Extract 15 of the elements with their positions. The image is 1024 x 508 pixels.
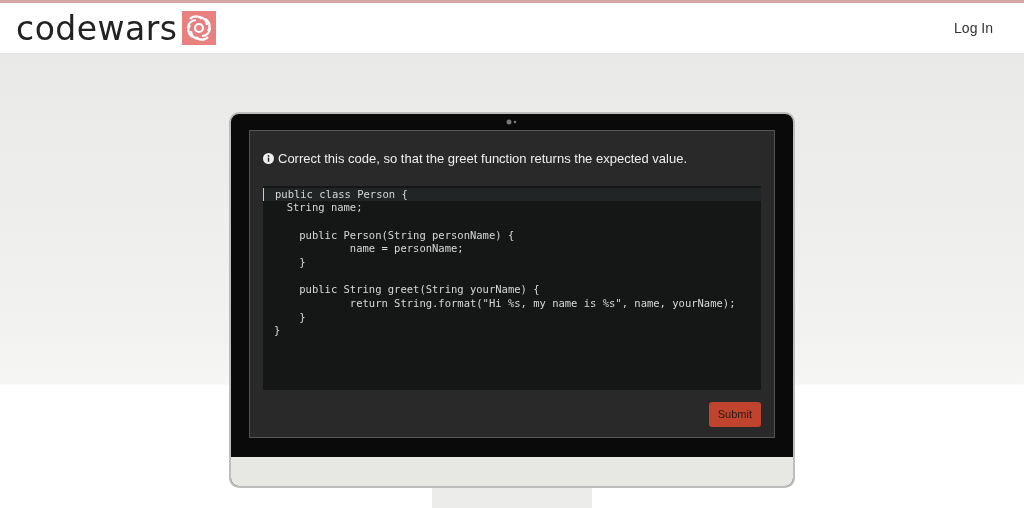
webcam-icon [506,119,518,125]
logo-wordmark: codewars [16,11,178,45]
code-line: String name; [285,201,364,215]
code-line: return String.format("Hi %s, my name is %s", name, yourName); [348,297,737,311]
code-line: public String greet(String yourName) { [298,283,541,297]
logo-swirl-icon [181,11,216,45]
code-line: } [273,324,282,339]
instruction-text: Correct this code, so that the greet function returns the expected value. [278,150,687,168]
code-line: } [298,255,307,270]
code-line: } [298,310,307,325]
login-link[interactable]: Log In [954,17,993,39]
code-line: public Person(String personName) { [298,228,516,243]
code-editor[interactable]: public class Person { String name; public Person(String personName) { name = personName; } public String greet(String yourName) { return String.format("Hi %s, my name is %s", name, yourName); } } [263,185,761,390]
code-line: name = personName; [348,242,465,256]
info-icon [263,153,274,165]
